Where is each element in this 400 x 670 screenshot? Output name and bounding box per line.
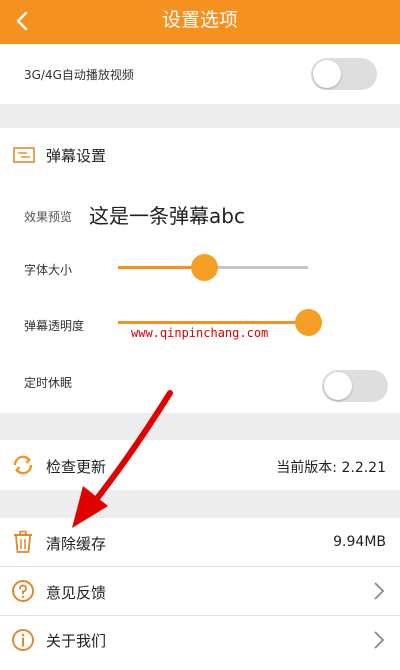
font-size-label: 字体大小 [24,263,73,277]
danmaku-settings-section: 弹幕设置 效果预览 这是一条弹幕abc 字体大小 弹幕透明度 定时休眠 [0,128,400,413]
about-label: 关于我们 [46,632,107,650]
question-icon [12,580,34,602]
watermark-url: www.qinpinchang.com [131,326,269,340]
slider-fill [118,321,308,324]
autoplay-row: 3G/4G自动播放视频 [0,44,400,104]
sleep-timer-toggle[interactable] [322,370,388,402]
autoplay-toggle[interactable] [311,58,377,90]
clear-cache-row[interactable]: 清除缓存 9.94MB [0,518,400,566]
trash-icon [14,530,32,553]
clear-cache-label: 清除缓存 [46,535,107,553]
feedback-label: 意见反馈 [46,584,107,602]
refresh-icon [13,455,33,475]
slider-thumb[interactable] [190,254,218,281]
danmaku-icon [13,147,35,163]
check-update-row[interactable]: 检查更新 当前版本: 2.2.21 [0,440,400,490]
preview-text: 这是一条弹幕abc [89,204,245,228]
title-bar: 设置选项 [0,0,400,44]
slider-thumb[interactable] [295,309,322,336]
opacity-label: 弹幕透明度 [24,319,85,333]
info-icon [12,629,34,651]
sleep-timer-label: 定时休眠 [24,376,73,390]
chevron-right-icon [374,631,385,649]
page-title: 设置选项 [161,9,238,31]
preview-label: 效果预览 [24,210,73,224]
version-text: 当前版本: 2.2.21 [276,460,386,476]
toggle-knob [313,60,341,88]
chevron-right-icon [374,582,385,600]
cache-size: 9.94MB [333,534,386,550]
danmaku-settings-title: 弹幕设置 [46,147,107,165]
check-update-label: 检查更新 [46,458,107,476]
about-row[interactable]: 关于我们 [0,616,400,670]
toggle-knob [324,372,352,400]
autoplay-label: 3G/4G自动播放视频 [24,68,134,82]
feedback-row[interactable]: 意见反馈 [0,567,400,615]
opacity-slider[interactable] [118,309,322,336]
font-size-slider[interactable] [118,254,308,281]
